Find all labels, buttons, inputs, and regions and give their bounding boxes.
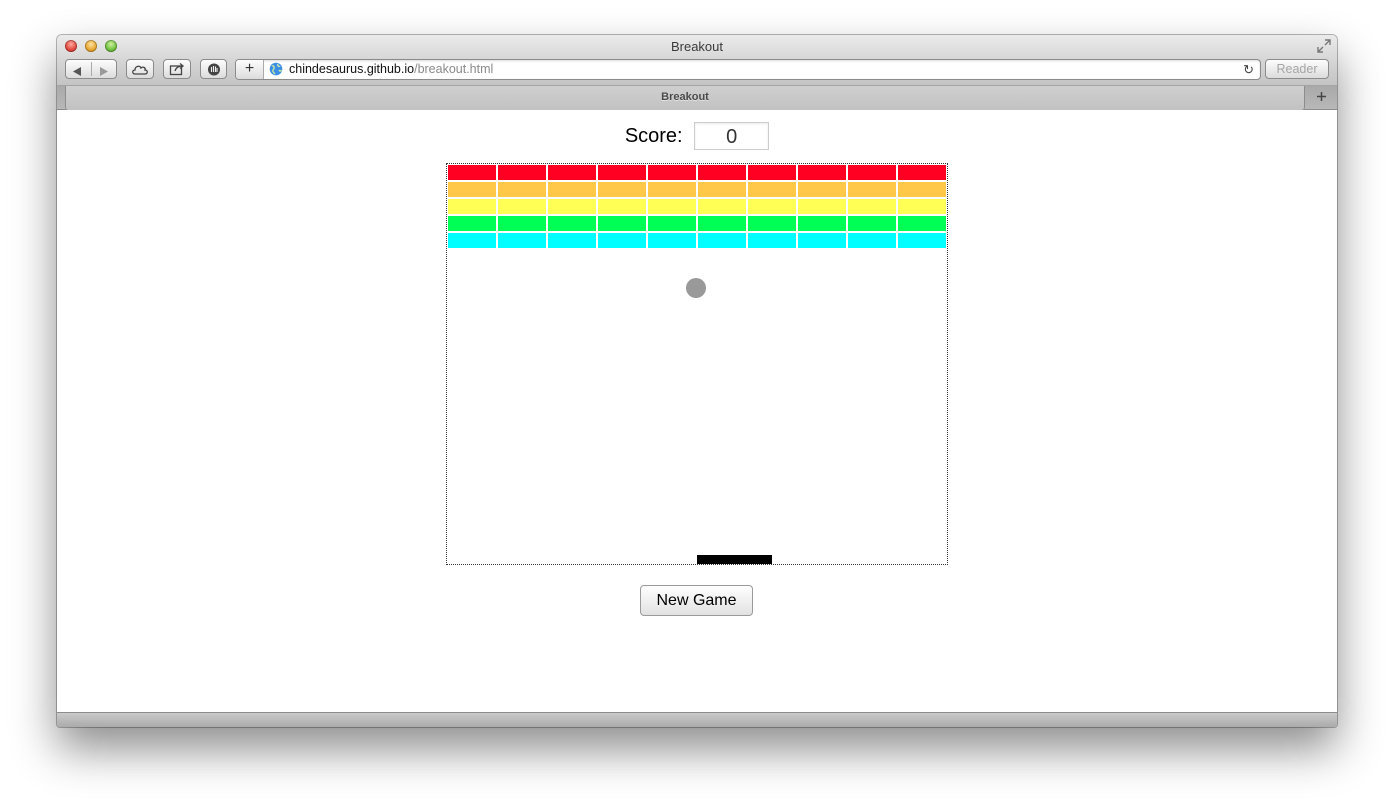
brick [498,199,546,214]
ghostery-button[interactable] [200,59,227,79]
brick [448,216,496,231]
url-path: /breakout.html [414,62,494,76]
forward-arrow-icon[interactable] [98,66,110,77]
hand-icon [207,63,220,76]
brick [448,182,496,197]
icloud-tabs-button[interactable] [126,59,154,79]
brick [648,233,696,248]
brick [498,216,546,231]
brick [698,216,746,231]
new-tab-button[interactable] [1307,86,1335,108]
browser-window: Breakout + chindesaurus.github.io/breako… [57,35,1337,727]
brick [848,216,896,231]
brick [798,165,846,180]
brick [498,182,546,197]
score-field: 0 [694,122,770,150]
brick [798,182,846,197]
brick [548,216,596,231]
brick [898,165,946,180]
reload-icon[interactable]: ↻ [1243,62,1254,78]
brick [698,199,746,214]
reader-button[interactable]: Reader [1265,59,1329,79]
game-board[interactable] [446,163,948,565]
brick [698,165,746,180]
new-game-button[interactable]: New Game [640,585,753,616]
cloud-icon [132,65,148,75]
brick [598,165,646,180]
brick [598,216,646,231]
brick [848,233,896,248]
brick [598,199,646,214]
brick [748,233,796,248]
brick [698,182,746,197]
paddle[interactable] [697,555,772,564]
brick [648,216,696,231]
brick [448,199,496,214]
brick [448,165,496,180]
brick [848,165,896,180]
plus-icon [1316,92,1326,101]
brick [648,199,696,214]
ball [686,278,706,298]
brick [798,216,846,231]
brick [748,182,796,197]
brick [548,182,596,197]
back-forward-group [65,59,117,79]
address-bar[interactable]: + chindesaurus.github.io/breakout.html ↻ [235,59,1261,80]
back-arrow-icon[interactable] [71,66,83,77]
brick [748,165,796,180]
score-label: Score: [624,124,683,147]
window-title: Breakout [670,39,724,54]
brick [548,199,596,214]
brick [548,165,596,180]
url-text: chindesaurus.github.io/breakout.html [289,62,493,76]
brick [648,165,696,180]
score-row: Score: 0 [57,122,1337,150]
title-bar: Breakout + chindesaurus.github.io/breako… [57,35,1337,86]
brick [898,182,946,197]
brick [898,233,946,248]
brick [648,182,696,197]
brick [848,182,896,197]
brick [698,233,746,248]
globe-icon [269,62,283,76]
tab-breakout[interactable]: Breakout [65,86,1305,110]
brick [748,216,796,231]
brick [848,199,896,214]
brick [898,199,946,214]
tab-bar: Breakout [57,86,1337,110]
brick [898,216,946,231]
brick [748,199,796,214]
brick [798,233,846,248]
brick [798,199,846,214]
brick [548,233,596,248]
brick [498,165,546,180]
share-icon [169,63,185,76]
share-button[interactable] [163,59,191,79]
status-bar [57,712,1337,727]
brick [498,233,546,248]
fullscreen-icon[interactable] [1317,39,1331,53]
add-bookmark-button[interactable]: + [236,60,264,79]
brick [448,233,496,248]
brick [598,182,646,197]
brick [598,233,646,248]
url-host: chindesaurus.github.io [289,62,415,76]
page-content: Score: 0 New Game [57,110,1337,712]
